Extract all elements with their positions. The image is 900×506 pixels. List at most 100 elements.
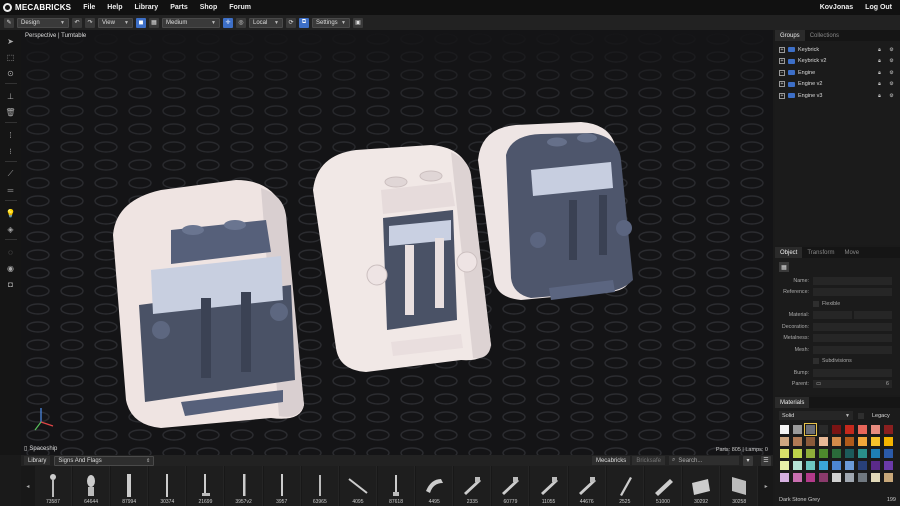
color-swatch[interactable] — [884, 461, 893, 470]
color-swatch[interactable] — [806, 473, 815, 482]
part-tile[interactable]: 60779 — [492, 466, 530, 506]
screenshot-camera-icon[interactable]: ◘ — [4, 277, 18, 291]
object-grid-icon[interactable]: ▦ — [779, 262, 789, 272]
tab-materials[interactable]: Materials — [775, 397, 810, 408]
color-swatch[interactable] — [793, 473, 802, 482]
ruler-icon[interactable]: ⟋ — [4, 167, 18, 181]
part-tile[interactable]: 64644 — [72, 466, 111, 506]
material-fields[interactable] — [813, 311, 892, 320]
color-swatch[interactable] — [858, 461, 867, 470]
color-swatch[interactable] — [871, 449, 880, 458]
color-swatch[interactable] — [884, 425, 893, 434]
engine-model-2[interactable] — [313, 145, 491, 372]
logout-link[interactable]: Log Out — [865, 4, 892, 11]
part-tile[interactable]: 63965 — [301, 466, 339, 506]
part-tile[interactable]: 11055 — [530, 466, 568, 506]
color-swatch[interactable] — [884, 449, 893, 458]
material-type-select[interactable]: Solid ▼ — [779, 411, 853, 420]
legacy-checkbox[interactable] — [858, 412, 864, 419]
color-swatch[interactable] — [793, 449, 802, 458]
mesh-field[interactable] — [813, 345, 892, 354]
tab-library[interactable]: Library — [24, 456, 51, 465]
part-tile[interactable]: 3957v2 — [225, 466, 263, 506]
part-tile[interactable]: 4495 — [416, 466, 454, 506]
camera-icon[interactable]: ◼ — [136, 17, 146, 28]
menu-shop[interactable]: Shop — [194, 4, 224, 11]
color-swatch[interactable] — [780, 437, 789, 446]
expand-toggle-icon[interactable]: + — [779, 92, 785, 99]
lock-icon[interactable]: 🔒︎ — [875, 70, 884, 76]
gear-icon[interactable]: ⚙ — [887, 47, 896, 53]
color-swatch[interactable] — [845, 461, 854, 470]
color-swatch[interactable] — [871, 425, 880, 434]
part-tile[interactable]: 73587 — [34, 466, 72, 506]
scroll-left-icon[interactable]: ◂ — [21, 466, 35, 506]
trash-icon[interactable]: 🗑 — [4, 105, 18, 119]
grid-icon[interactable]: ▦ — [149, 17, 159, 28]
color-swatch[interactable] — [884, 473, 893, 482]
username-link[interactable]: KovJonas — [820, 4, 853, 11]
menu-forum[interactable]: Forum — [223, 4, 257, 11]
color-swatch[interactable] — [806, 461, 815, 470]
filter-icon[interactable]: ▾ — [743, 455, 753, 466]
pivot-icon[interactable]: ◎ — [236, 17, 246, 28]
app-logo[interactable]: MECABRICKS — [0, 3, 77, 12]
flexible-checkbox[interactable] — [813, 300, 819, 307]
scroll-right-icon[interactable]: ▸ — [759, 466, 773, 506]
color-swatch[interactable] — [806, 437, 815, 446]
mode-icon[interactable]: ✎ — [4, 17, 14, 28]
gear-icon[interactable]: ⚙ — [887, 93, 896, 99]
engine-model-3[interactable] — [478, 122, 633, 300]
list-view-icon[interactable]: ☰ — [761, 455, 771, 466]
tab-mecabricks[interactable]: Mecabricks — [591, 456, 631, 465]
color-swatch[interactable] — [804, 423, 817, 436]
mode-select[interactable]: Design ▼ — [17, 17, 69, 28]
part-tile[interactable]: 51000 — [644, 466, 682, 506]
target-icon[interactable]: ⊙ — [4, 66, 18, 80]
color-swatch[interactable] — [832, 473, 841, 482]
undo-icon[interactable]: ↶ — [72, 17, 82, 28]
menu-parts[interactable]: Parts — [164, 4, 194, 11]
tab-collections[interactable]: Collections — [805, 30, 844, 41]
part-tile[interactable]: 30292 — [682, 466, 721, 506]
scene-render[interactable] — [21, 30, 773, 455]
parts-search-input[interactable]: ⌕ Search... — [669, 456, 739, 465]
expand-toggle-icon[interactable]: + — [779, 46, 785, 53]
color-swatch[interactable] — [845, 449, 854, 458]
color-swatch[interactable] — [780, 461, 789, 470]
part-tile[interactable]: 30374 — [149, 466, 187, 506]
part-tile[interactable]: 2525 — [606, 466, 644, 506]
group-row-engine-v3[interactable]: + Engine v3 🔒︎ ⚙ — [779, 90, 896, 102]
color-swatch[interactable] — [871, 437, 880, 446]
color-swatch[interactable] — [819, 437, 828, 446]
box-select-icon[interactable]: ⬚ — [4, 50, 18, 64]
paint-bucket-icon[interactable]: ◈ — [4, 222, 18, 236]
tab-object[interactable]: Object — [775, 247, 803, 258]
reference-field[interactable] — [813, 288, 892, 297]
lamp-icon[interactable]: 💡 — [4, 206, 18, 220]
color-swatch[interactable] — [793, 437, 802, 446]
color-swatch[interactable] — [832, 437, 841, 446]
color-swatch[interactable] — [793, 461, 802, 470]
parent-field[interactable]: ▭ 6 — [813, 380, 892, 389]
part-tile[interactable]: 21699 — [187, 466, 225, 506]
color-swatch[interactable] — [832, 461, 841, 470]
lock-icon[interactable]: 🔒︎ — [875, 93, 884, 99]
snap-icon[interactable]: ⧉ — [299, 17, 309, 28]
tab-move[interactable]: Move — [839, 247, 864, 258]
group-row-keybrick[interactable]: + Keybrick 🔒︎ ⚙ — [779, 44, 896, 56]
name-field[interactable] — [813, 276, 892, 285]
color-swatch[interactable] — [858, 473, 867, 482]
view-select[interactable]: View ▼ — [98, 17, 133, 28]
lock-icon[interactable]: 🔒︎ — [875, 47, 884, 53]
color-swatch[interactable] — [806, 449, 815, 458]
color-swatch[interactable] — [819, 461, 828, 470]
color-swatch[interactable] — [832, 449, 841, 458]
gear-icon[interactable]: ⚙ — [887, 70, 896, 76]
subdivisions-checkbox[interactable] — [813, 358, 819, 365]
space-select[interactable]: Local ▼ — [249, 17, 283, 28]
metalness-field[interactable] — [813, 334, 892, 343]
eye-icon[interactable]: ◉ — [4, 261, 18, 275]
measure-icon[interactable]: ═ — [4, 183, 18, 197]
color-swatch[interactable] — [819, 473, 828, 482]
